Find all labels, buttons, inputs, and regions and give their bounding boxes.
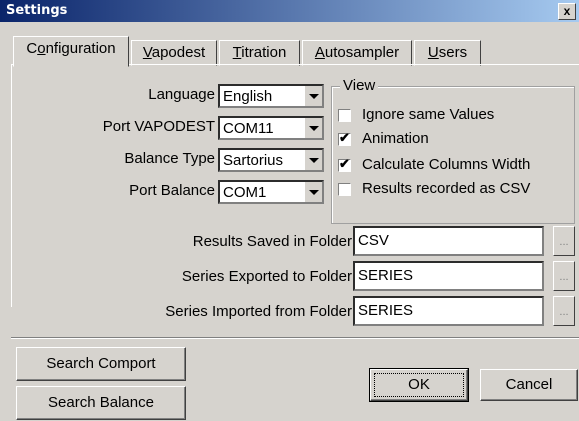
port-vapodest-select[interactable]: COM11 [218,116,324,140]
imported-folder-label: Series Imported from Folder [165,303,352,320]
chevron-down-icon [309,126,319,131]
tab-users-label: Users [427,44,468,61]
checkbox-label: Results recorded as CSV [362,180,531,197]
port-vapodest-value: COM11 [223,120,274,137]
chevron-down-icon [309,158,319,163]
ok-focus-rect: OK [374,373,464,397]
cancel-label: Cancel [505,376,553,393]
port-vapodest-label: Port VAPODEST [102,118,215,135]
checkbox-label: Calculate Columns Width [362,156,531,173]
language-value: English [223,88,273,105]
tab-configuration-label: Configuration [26,40,116,57]
results-folder-browse-button[interactable]: ... [553,226,575,256]
chevron-down-icon [309,190,319,195]
results-folder-input[interactable]: CSV [353,226,544,256]
results-folder-value: CSV [358,232,389,249]
exported-folder-value: SERIES [358,267,414,284]
port-balance-select[interactable]: COM1 [218,180,324,204]
exported-folder-input[interactable]: SERIES [353,261,544,291]
imported-folder-value: SERIES [358,302,414,319]
port-balance-label: Port Balance [129,182,215,199]
checkmark-icon: ✔ [339,130,350,145]
exported-folder-label: Series Exported to Folder [181,268,352,285]
checkbox-box[interactable]: ✔ [338,156,351,172]
balance-type-select[interactable]: Sartorius [218,148,324,172]
cancel-button[interactable]: Cancel [480,369,578,401]
port-vapodest-dropdown-button[interactable] [304,118,322,138]
tab-vapodest-label: Vapodest [142,44,206,61]
balance-type-label: Balance Type [124,150,215,167]
exported-folder-browse-button[interactable]: ... [553,261,575,291]
search-balance-button[interactable]: Search Balance [16,386,186,420]
language-label: Language [148,86,215,103]
checkbox-label: Animation [362,130,429,147]
checkbox-box[interactable] [338,109,351,122]
tab-titration[interactable]: Titration [219,40,300,66]
tab-configuration[interactable]: Configuration [13,36,129,67]
balance-type-dropdown-button[interactable] [304,150,322,170]
port-balance-value: COM1 [223,184,267,201]
imported-folder-input[interactable]: SERIES [353,296,544,326]
checkbox-label: Ignore same Values [362,106,495,123]
checkbox-box[interactable] [338,183,351,196]
checkbox-box[interactable]: ✔ [338,130,351,146]
window-title: Settings [6,3,68,18]
imported-folder-browse-button[interactable]: ... [553,296,575,326]
title-bar: Settings x [0,0,579,22]
results-folder-label: Results Saved in Folder [192,233,352,250]
checkmark-icon: ✔ [339,156,350,171]
tab-users[interactable]: Users [414,40,481,66]
search-comport-button[interactable]: Search Comport [16,347,186,381]
search-balance-label: Search Balance [48,394,154,411]
chevron-down-icon [309,94,319,99]
balance-type-value: Sartorius [223,152,284,169]
tab-titration-label: Titration [232,44,287,61]
tab-autosampler[interactable]: Autosampler [302,40,412,66]
tab-vapodest[interactable]: Vapodest [131,40,217,66]
port-balance-dropdown-button[interactable] [304,182,322,202]
ok-button[interactable]: OK [369,368,469,402]
bottom-separator [11,337,579,339]
tab-autosampler-label: Autosampler [314,44,400,61]
language-select[interactable]: English [218,84,324,108]
language-dropdown-button[interactable] [304,86,322,106]
ok-label: OK [408,376,430,393]
search-comport-label: Search Comport [46,355,156,372]
close-button[interactable]: x [558,3,576,20]
view-group-title: View [340,77,379,94]
